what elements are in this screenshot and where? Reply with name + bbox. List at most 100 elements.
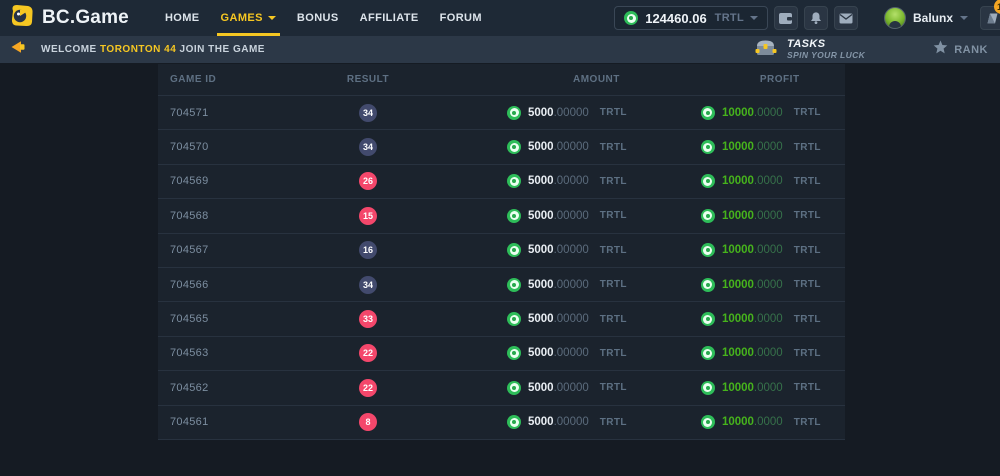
game-id: 704563 [170,347,209,359]
balance-currency: TRTL [715,12,744,24]
welcome-prefix: WELCOME [41,44,100,55]
trtl-coin-icon [624,11,638,25]
profit-currency: TRTL [794,279,821,290]
notifications-button[interactable] [804,6,828,30]
profit-currency: TRTL [794,348,821,359]
amount-currency: TRTL [600,279,627,290]
profit-decimals: .0000 [754,382,783,394]
top-navbar: BC.Game HOME GAMES BONUS AFFILIATE FORUM 124… [0,0,1000,36]
amount-decimals: .00000 [554,175,589,187]
profit-currency: TRTL [794,210,821,221]
profit-value: 10000 [722,416,754,428]
main-content: GAME ID RESULT AMOUNT PROFIT 704571 34 5… [0,63,1000,476]
profit-decimals: .0000 [754,416,783,428]
amount-value: 5000 [528,382,554,394]
brand[interactable]: BC.Game [8,2,129,34]
amount-value: 5000 [528,313,554,325]
amount-currency: TRTL [600,107,627,118]
rank-widget[interactable]: RANK [933,40,988,59]
trtl-coin-icon [507,243,521,257]
trtl-coin-icon [701,174,715,188]
profit-currency: TRTL [794,107,821,118]
balance-selector[interactable]: 124460.06 TRTL [614,6,768,30]
welcome-suffix: JOIN THE GAME [176,44,265,55]
main-nav: HOME GAMES BONUS AFFILIATE FORUM [165,0,503,36]
profit-decimals: .0000 [754,347,783,359]
chevron-down-icon [750,16,758,20]
bell-icon [809,11,823,25]
nav-item-label: BONUS [297,12,339,24]
chat-button[interactable]: 10 [980,6,1000,30]
table-row[interactable]: 704565 33 5000.00000 TRTL 10000.0000 TRT… [158,302,845,336]
amount-currency: TRTL [600,382,627,393]
tasks-subtitle: SPIN YOUR LUCK [787,50,865,60]
result-badge: 33 [359,310,377,328]
game-id: 704562 [170,382,209,394]
amount-currency: TRTL [600,314,627,325]
table-body: 704571 34 5000.00000 TRTL 10000.0000 TRT… [158,96,845,440]
trtl-coin-icon [701,381,715,395]
nav-item-games[interactable]: GAMES [221,0,276,36]
avatar [884,7,906,29]
nav-item-label: GAMES [221,12,263,24]
table-row[interactable]: 704567 16 5000.00000 TRTL 10000.0000 TRT… [158,234,845,268]
treasure-chest-icon [753,37,779,62]
tasks-widget[interactable]: TASKS SPIN YOUR LUCK [753,37,865,62]
balance-amount: 124460.06 [645,11,706,26]
profit-decimals: .0000 [754,107,783,119]
trtl-coin-icon [507,312,521,326]
game-id: 704566 [170,279,209,291]
trtl-coin-icon [507,106,521,120]
profit-value: 10000 [722,244,754,256]
table-row[interactable]: 704571 34 5000.00000 TRTL 10000.0000 TRT… [158,96,845,130]
column-header-amount: AMOUNT [428,74,620,85]
rank-label: RANK [954,44,988,56]
profit-currency: TRTL [794,142,821,153]
profit-decimals: .0000 [754,141,783,153]
profit-value: 10000 [722,279,754,291]
table-row[interactable]: 704562 22 5000.00000 TRTL 10000.0000 TRT… [158,371,845,405]
result-badge: 34 [359,276,377,294]
table-row[interactable]: 704569 26 5000.00000 TRTL 10000.0000 TRT… [158,165,845,199]
table-row[interactable]: 704566 34 5000.00000 TRTL 10000.0000 TRT… [158,268,845,302]
nav-item-bonus[interactable]: BONUS [297,0,339,36]
nav-item-affiliate[interactable]: AFFILIATE [360,0,419,36]
profit-value: 10000 [722,175,754,187]
profit-currency: TRTL [794,314,821,325]
profit-decimals: .0000 [754,244,783,256]
welcome-message: WELCOME TORONTON 44 JOIN THE GAME [10,40,265,59]
amount-value: 5000 [528,279,554,291]
amount-value: 5000 [528,210,554,222]
result-badge: 34 [359,104,377,122]
table-row[interactable]: 704568 15 5000.00000 TRTL 10000.0000 TRT… [158,199,845,233]
table-row[interactable]: 704570 34 5000.00000 TRTL 10000.0000 TRT… [158,130,845,164]
nav-item-home[interactable]: HOME [165,0,200,36]
result-badge: 15 [359,207,377,225]
result-badge: 26 [359,172,377,190]
user-menu[interactable]: Balunx [884,7,968,29]
tasks-title: TASKS [787,39,865,50]
wallet-icon [778,12,793,25]
trtl-coin-icon [507,278,521,292]
game-id: 704569 [170,175,209,187]
amount-decimals: .00000 [554,416,589,428]
amount-currency: TRTL [600,348,627,359]
profit-value: 10000 [722,141,754,153]
table-row[interactable]: 704563 22 5000.00000 TRTL 10000.0000 TRT… [158,337,845,371]
amount-currency: TRTL [600,245,627,256]
amount-decimals: .00000 [554,347,589,359]
amount-value: 5000 [528,107,554,119]
trtl-coin-icon [701,346,715,360]
result-badge: 8 [359,413,377,431]
messages-button[interactable] [834,6,858,30]
profit-decimals: .0000 [754,279,783,291]
table-row[interactable]: 704561 8 5000.00000 TRTL 10000.0000 TRTL [158,406,845,440]
result-badge: 22 [359,379,377,397]
nav-item-forum[interactable]: FORUM [440,0,482,36]
amount-decimals: .00000 [554,382,589,394]
amount-decimals: .00000 [554,141,589,153]
trtl-coin-icon [507,415,521,429]
wallet-button[interactable] [774,6,798,30]
amount-currency: TRTL [600,210,627,221]
amount-decimals: .00000 [554,313,589,325]
